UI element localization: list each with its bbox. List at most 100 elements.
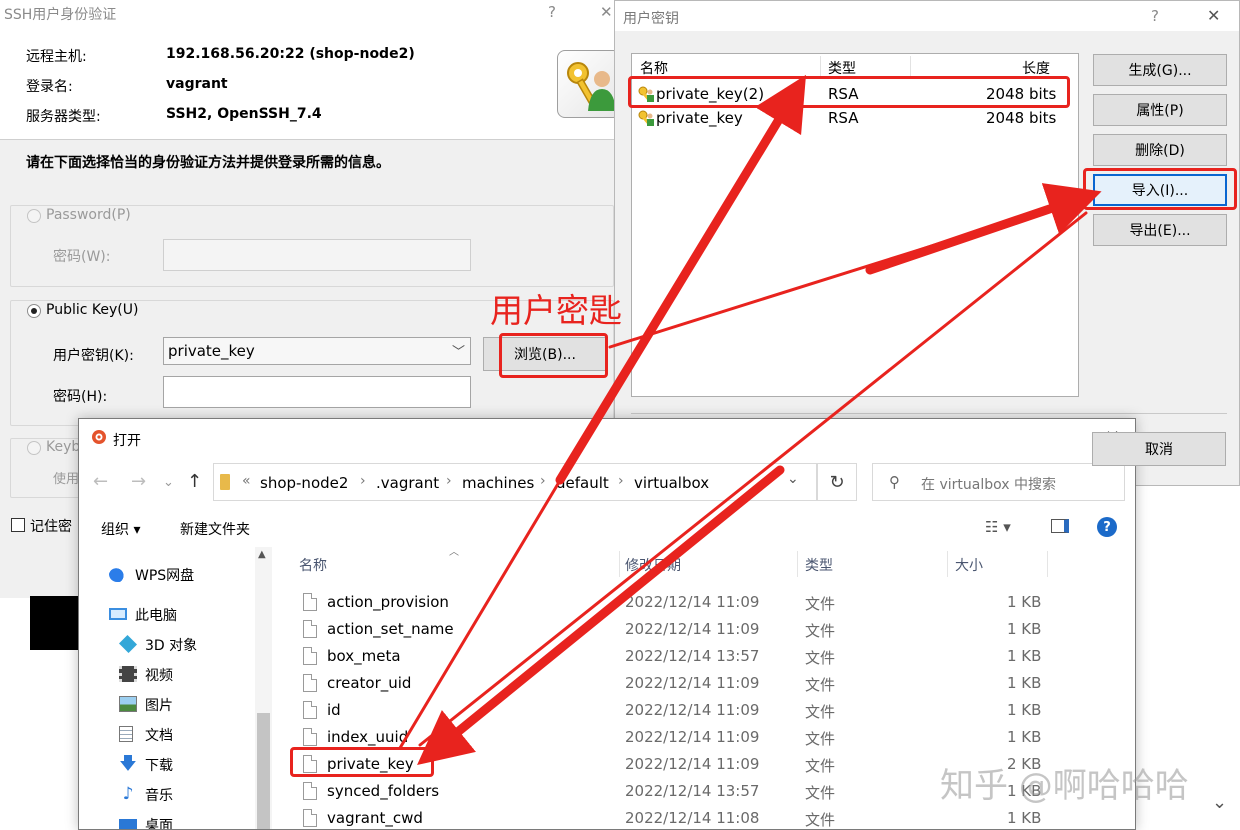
column-separator: [619, 551, 620, 577]
preview-pane-icon[interactable]: [1051, 519, 1069, 533]
remember-checkbox[interactable]: [11, 518, 25, 532]
nav-item-label: 音乐: [145, 788, 173, 804]
key-name: private_key: [656, 109, 743, 127]
breadcrumb-item[interactable]: .vagrant: [376, 474, 439, 492]
recent-dropdown-icon[interactable]: ⌄: [163, 475, 174, 490]
file-type: 文件: [805, 730, 836, 748]
nav-item-label: WPS网盘: [135, 568, 195, 584]
cloud-icon: [109, 566, 127, 582]
column-header-type[interactable]: 类型: [805, 555, 833, 575]
file-row[interactable]: box_meta 2022/12/14 13:57 文件 1 KB: [273, 643, 1135, 670]
file-row[interactable]: vagrant_cwd 2022/12/14 11:08 文件 1 KB: [273, 805, 1135, 829]
file-row[interactable]: action_set_name 2022/12/14 11:09 文件 1 KB: [273, 616, 1135, 643]
remote-host-label: 远程主机:: [26, 49, 87, 65]
publickey-radio[interactable]: [27, 304, 41, 318]
breadcrumb-separator[interactable]: ›: [446, 473, 452, 489]
breadcrumb-item[interactable]: machines: [462, 474, 534, 492]
breadcrumb-separator[interactable]: ›: [618, 473, 624, 489]
file-name: index_uuid: [327, 728, 409, 746]
column-header-length[interactable]: 长度: [1022, 58, 1050, 78]
help-icon[interactable]: ?: [548, 3, 556, 21]
column-separator: [910, 56, 911, 76]
keyboard-radio[interactable]: [27, 441, 41, 455]
nav-scrollbar[interactable]: ▲: [255, 547, 272, 829]
user-key-label: 用户密钥(K):: [53, 348, 134, 364]
user-keys-dialog: 用户密钥 ? ✕ 名称 类型 长度 private_key(2) RSA 204…: [614, 0, 1240, 486]
file-row[interactable]: action_provision 2022/12/14 11:09 文件 1 K…: [273, 589, 1135, 616]
file-name: creator_uid: [327, 674, 412, 692]
file-modified: 2022/12/14 11:09: [625, 620, 760, 638]
close-icon[interactable]: ✕: [1207, 6, 1220, 25]
file-row[interactable]: creator_uid 2022/12/14 11:09 文件 1 KB: [273, 670, 1135, 697]
file-type: 文件: [805, 676, 836, 694]
download-icon: 🡇: [119, 754, 137, 774]
column-header-name[interactable]: 名称: [640, 58, 668, 78]
column-header-name[interactable]: 名称: [299, 555, 327, 575]
file-modified: 2022/12/14 11:09: [625, 593, 760, 611]
password-radio[interactable]: [27, 209, 41, 223]
file-icon: [303, 647, 317, 665]
help-icon[interactable]: ?: [1097, 517, 1117, 537]
nav-item-label: 3D 对象: [145, 638, 198, 654]
export-button[interactable]: 导出(E)...: [1093, 214, 1227, 246]
search-icon: ⚲: [889, 473, 900, 491]
column-header-size[interactable]: 大小: [955, 555, 983, 575]
publickey-option-label: Public Key(U): [46, 302, 139, 318]
forward-arrow-icon[interactable]: →: [131, 471, 146, 492]
breadcrumb-separator[interactable]: ›: [540, 473, 546, 489]
chevron-down-icon[interactable]: ⌄: [1212, 792, 1227, 813]
connection-info-panel: 远程主机: 192.168.56.20:22 (shop-node2) 登录名:…: [0, 28, 625, 140]
organize-menu[interactable]: 组织 ▾: [101, 519, 140, 539]
column-separator: [820, 56, 821, 76]
file-type: 文件: [805, 757, 836, 775]
properties-button[interactable]: 属性(P): [1093, 94, 1227, 126]
nav-item-label: 下载: [145, 758, 173, 774]
breadcrumb-item[interactable]: default: [556, 474, 609, 492]
column-header-modified[interactable]: 修改日期: [625, 555, 681, 575]
open-dialog-title: 打开: [113, 433, 141, 449]
refresh-icon[interactable]: ↻: [817, 463, 857, 501]
column-header-type[interactable]: 类型: [828, 58, 856, 78]
file-size: 1 KB: [1007, 593, 1042, 611]
password-input[interactable]: [163, 239, 471, 271]
passphrase-input[interactable]: [163, 376, 471, 408]
search-input[interactable]: ⚲ 在 virtualbox 中搜索: [872, 463, 1125, 501]
file-row[interactable]: id 2022/12/14 11:09 文件 1 KB: [273, 697, 1135, 724]
close-icon[interactable]: ✕: [600, 3, 613, 21]
file-list-header: ︿ 名称 修改日期 类型 大小: [273, 547, 1135, 583]
breadcrumb-item[interactable]: shop-node2: [260, 474, 348, 492]
navigation-pane[interactable]: WPS网盘 此电脑 3D 对象 视频 图片 文档 🡇 下载 ♪ 音乐 桌面: [79, 547, 273, 829]
file-icon: [303, 593, 317, 611]
app-logo-icon: [92, 430, 106, 444]
file-icon: [303, 620, 317, 638]
breadcrumb-overflow[interactable]: «: [242, 473, 251, 489]
breadcrumb-item[interactable]: virtualbox: [634, 474, 709, 492]
address-bar[interactable]: « shop-node2 › .vagrant › machines › def…: [213, 463, 817, 501]
file-name: box_meta: [327, 647, 401, 665]
file-type: 文件: [805, 649, 836, 667]
key-icon: [638, 110, 654, 126]
sort-ascending-icon: ︿: [449, 547, 459, 558]
keyboard-use-label: 使用: [53, 472, 80, 487]
up-arrow-icon[interactable]: ↑: [187, 471, 202, 492]
user-key-select[interactable]: private_key ﹀: [163, 337, 471, 365]
file-name: synced_folders: [327, 782, 440, 800]
scroll-up-icon[interactable]: ▲: [258, 549, 266, 560]
back-arrow-icon[interactable]: ←: [93, 471, 108, 492]
nav-item-label: 文档: [145, 728, 173, 744]
cancel-button[interactable]: 取消: [1092, 432, 1226, 466]
help-icon[interactable]: ?: [1151, 7, 1159, 25]
keys-dialog-titlebar: 用户密钥 ? ✕: [615, 1, 1239, 31]
new-folder-button[interactable]: 新建文件夹: [180, 519, 250, 539]
breadcrumb-separator[interactable]: ›: [360, 473, 366, 489]
file-type: 文件: [805, 703, 836, 721]
nav-item-label: 视频: [145, 668, 173, 684]
delete-button[interactable]: 删除(D): [1093, 134, 1227, 166]
view-options-icon[interactable]: ☷ ▾: [985, 518, 1011, 536]
scroll-thumb[interactable]: [257, 713, 270, 829]
generate-button[interactable]: 生成(G)...: [1093, 54, 1227, 86]
address-dropdown-icon[interactable]: ⌄: [787, 471, 799, 487]
key-row[interactable]: private_key RSA 2048 bits: [634, 106, 1076, 130]
server-type-label: 服务器类型:: [26, 109, 101, 125]
file-modified: 2022/12/14 13:57: [625, 647, 760, 665]
